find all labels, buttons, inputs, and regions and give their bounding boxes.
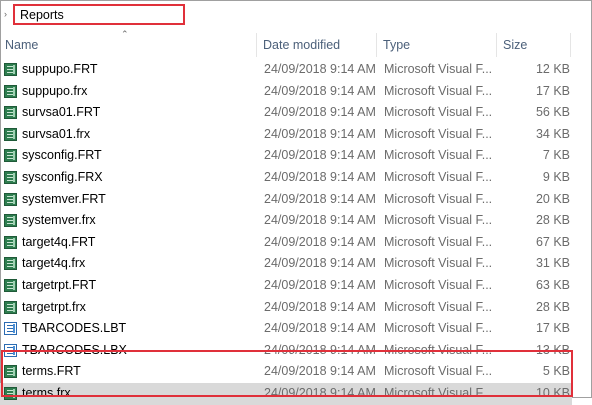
file-date: 24/09/2018 9:14 AM <box>264 299 376 314</box>
file-type: Microsoft Visual F... <box>384 62 493 76</box>
green-table-icon <box>4 84 18 99</box>
file-name: sysconfig.FRX <box>22 170 103 184</box>
file-type: Microsoft Visual F... <box>384 256 493 271</box>
chevron-right-icon[interactable]: › <box>4 9 12 19</box>
table-row[interactable]: systemver.FRT 24/09/2018 9:14 AM Microsoft… <box>0 189 592 211</box>
file-name: systemver.frx <box>22 213 96 228</box>
file-type: Microsoft Visual F... <box>384 105 493 120</box>
file-name: survsa01.frx <box>22 126 91 141</box>
table-row[interactable]: systemver.frx 24/09/2018 9:14 AM Microsoft… <box>0 210 592 232</box>
file-date: 24/09/2018 9:14 AM <box>264 278 376 292</box>
file-name: targetrpt.FRT <box>22 278 97 292</box>
table-row[interactable]: target4q.FRT 24/09/2018 9:14 AM Microsoft … <box>0 232 592 254</box>
file-size: 12 KB <box>535 62 570 76</box>
file-size: 20 KB <box>535 191 570 206</box>
table-row[interactable]: target4q.frx 24/09/2018 9:14 AM Microsoft … <box>0 253 592 275</box>
file-date: 24/09/2018 9:14 AM <box>264 213 376 228</box>
column-header-name[interactable]: Name <box>5 33 38 57</box>
file-size: 31 KB <box>535 256 570 271</box>
green-table-icon <box>4 257 18 271</box>
file-type: Microsoft Visual F... <box>384 170 493 184</box>
green-table-icon <box>4 300 18 315</box>
file-size: 17 KB <box>535 321 570 336</box>
file-type: Microsoft Visual F... <box>384 234 493 249</box>
table-row[interactable]: TBARCODES.LBT 24/09/2018 9:14 AM Microsoft… <box>0 318 592 340</box>
file-type: Microsoft Visual F... <box>384 148 493 163</box>
file-name: systemver.FRT <box>22 191 106 206</box>
table-row[interactable]: targetrpt.FRT 24/09/2018 9:14 AM Microsoft… <box>0 275 592 297</box>
blue-table-icon <box>4 322 18 336</box>
file-date: 24/09/2018 9:14 AM <box>264 256 376 271</box>
file-type: Microsoft Visual F... <box>384 191 493 206</box>
table-row[interactable]: suppupo.frx 24/09/2018 9:14 AM Microsoft V… <box>0 81 592 103</box>
file-type: Microsoft Visual F... <box>384 213 493 228</box>
file-name: suppupo.frx <box>22 83 88 98</box>
green-table-icon <box>4 279 18 293</box>
highlight-annotation <box>1 350 573 397</box>
green-table-icon <box>4 235 18 250</box>
file-name: target4q.frx <box>22 256 86 271</box>
file-date: 24/09/2018 9:14 AM <box>264 62 376 76</box>
table-row[interactable]: sysconfig.FRX 24/09/2018 9:14 AM Microsoft… <box>0 167 592 189</box>
file-name: survsa01.FRT <box>22 105 101 120</box>
file-size: 17 KB <box>535 83 570 98</box>
column-divider[interactable] <box>376 33 377 57</box>
file-size: 34 KB <box>535 126 570 141</box>
breadcrumb[interactable]: Reports <box>13 4 185 25</box>
breadcrumb-reports[interactable]: Reports <box>20 8 64 23</box>
file-date: 24/09/2018 9:14 AM <box>264 191 376 206</box>
column-header-size[interactable]: Size <box>503 33 527 57</box>
column-header-row: Name Date modified Type Size <box>0 33 592 57</box>
table-row[interactable]: sysconfig.FRT 24/09/2018 9:14 AM Microsoft… <box>0 145 592 167</box>
column-divider[interactable] <box>570 33 571 57</box>
file-type: Microsoft Visual F... <box>384 126 493 141</box>
file-size: 28 KB <box>535 213 570 228</box>
table-row[interactable]: survsa01.FRT 24/09/2018 9:14 AM Microsoft … <box>0 102 592 124</box>
file-size: 56 KB <box>535 105 570 120</box>
column-divider[interactable] <box>496 33 497 57</box>
file-date: 24/09/2018 9:14 AM <box>264 321 376 336</box>
file-name: TBARCODES.LBT <box>22 321 127 336</box>
address-bar: › Reports <box>0 0 592 30</box>
file-date: 24/09/2018 9:14 AM <box>264 83 376 98</box>
file-size: 63 KB <box>535 278 570 292</box>
table-row[interactable]: suppupo.FRT 24/09/2018 9:14 AM Microsoft V… <box>0 59 592 81</box>
column-header-date[interactable]: Date modified <box>263 33 340 57</box>
table-row[interactable]: survsa01.frx 24/09/2018 9:14 AM Microsoft … <box>0 124 592 146</box>
file-name: target4q.FRT <box>22 234 96 249</box>
file-type: Microsoft Visual F... <box>384 321 493 336</box>
green-table-icon <box>4 214 18 228</box>
green-table-icon <box>4 149 18 163</box>
file-date: 24/09/2018 9:14 AM <box>264 105 376 120</box>
file-size: 28 KB <box>535 299 570 314</box>
file-date: 24/09/2018 9:14 AM <box>264 148 376 163</box>
file-name: suppupo.FRT <box>22 62 98 76</box>
file-date: 24/09/2018 9:14 AM <box>264 126 376 141</box>
file-type: Microsoft Visual F... <box>384 278 493 292</box>
file-size: 67 KB <box>535 234 570 249</box>
green-table-icon <box>4 171 18 185</box>
green-table-icon <box>4 127 18 142</box>
file-size: 7 KB <box>542 148 570 163</box>
green-table-icon <box>4 63 18 77</box>
file-size: 9 KB <box>542 170 570 184</box>
file-date: 24/09/2018 9:14 AM <box>264 234 376 249</box>
green-table-icon <box>4 106 18 120</box>
column-header-type[interactable]: Type <box>383 33 410 57</box>
file-name: sysconfig.FRT <box>22 148 102 163</box>
file-name: targetrpt.frx <box>22 299 86 314</box>
column-divider[interactable] <box>256 33 257 57</box>
green-table-icon <box>4 192 18 207</box>
table-row[interactable]: targetrpt.frx 24/09/2018 9:14 AM Microsoft… <box>0 297 592 319</box>
file-type: Microsoft Visual F... <box>384 299 493 314</box>
file-date: 24/09/2018 9:14 AM <box>264 170 376 184</box>
file-type: Microsoft Visual F... <box>384 83 493 98</box>
